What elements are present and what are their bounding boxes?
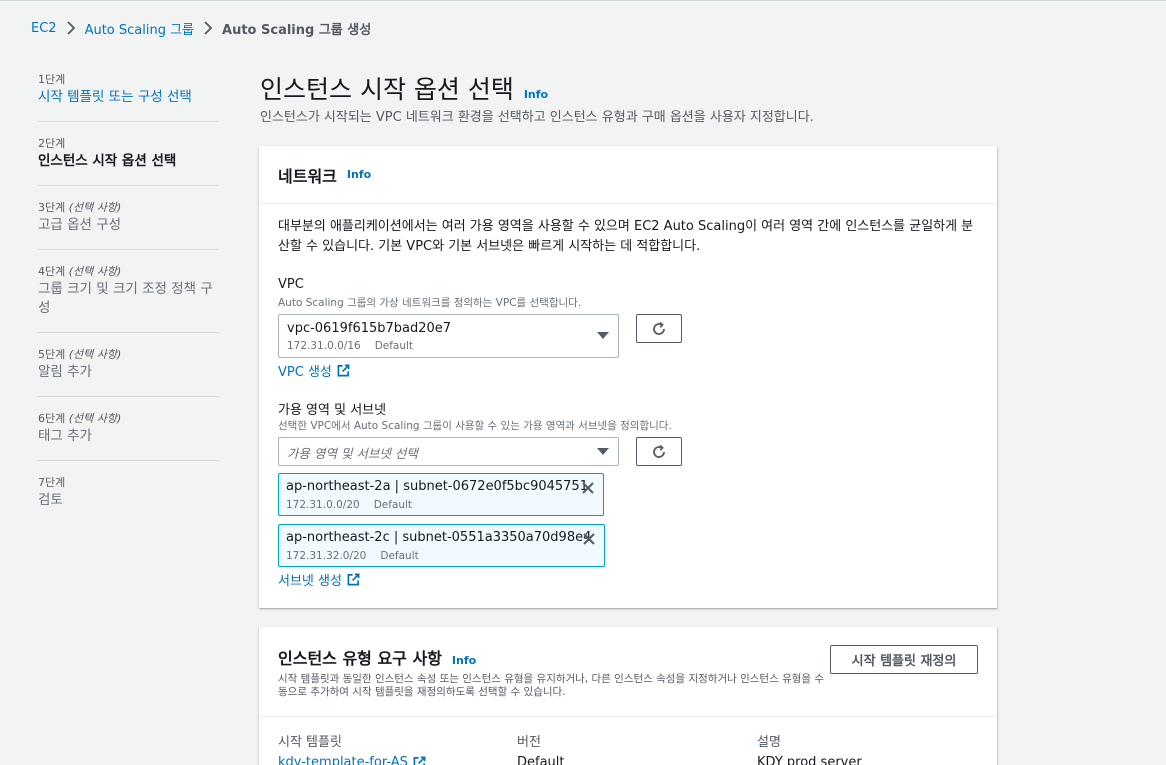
- wizard-step-2: 2단계 인스턴스 시작 옵션 선택: [38, 136, 219, 186]
- az-subnet-placeholder: 가용 영역 및 서브넷 선택: [287, 446, 418, 461]
- subnet-token-name: ap-northeast-2c | subnet-0551a3350a70d98…: [286, 530, 592, 545]
- wizard-step-5: 5단계 (선택 사항) 알림 추가: [38, 347, 219, 397]
- page-description: 인스턴스가 시작되는 VPC 네트워크 환경을 선택하고 인스턴스 유형과 구매…: [260, 110, 814, 125]
- wizard-step-3: 3단계 (선택 사항) 고급 옵션 구성: [38, 200, 219, 250]
- vpc-select-details: 172.31.0.0/16 Default: [287, 340, 427, 352]
- create-subnet-link-text: 서브넷 생성: [278, 574, 342, 589]
- subnet-default-tag: Default: [380, 550, 419, 562]
- wizard-step-4: 4단계 (선택 사항) 그룹 크기 및 크기 조정 정책 구성: [38, 264, 219, 333]
- az-refresh-button[interactable]: [636, 437, 682, 466]
- instance-type-panel: 인스턴스 유형 요구 사항 Info 시작 템플릿과 동일한 인스턴스 속성 또…: [259, 627, 997, 765]
- wizard-step-4-title: 그룹 크기 및 크기 조정 정책 구성: [38, 281, 213, 316]
- create-vpc-link[interactable]: VPC 생성: [278, 361, 350, 380]
- step-label: 4단계 (선택 사항): [38, 265, 122, 278]
- create-vpc-link-text: VPC 생성: [278, 365, 332, 380]
- chevron-right-icon: [57, 21, 85, 35]
- version-key: 버전: [517, 735, 541, 750]
- external-link-icon: [413, 756, 426, 765]
- wizard-step-6: 6단계 (선택 사항) 태그 추가: [38, 411, 219, 461]
- vpc-default-tag: Default: [374, 340, 414, 352]
- launch-template-link[interactable]: kdy-template-for-AS: [278, 755, 426, 765]
- subnet-token-details: 172.31.32.0/20 Default: [286, 550, 433, 562]
- subnet-token-details: 172.31.0.0/20 Default: [286, 499, 426, 511]
- az-subnet-select[interactable]: 가용 영역 및 서브넷 선택: [278, 437, 619, 466]
- chevron-right-icon: [194, 21, 222, 35]
- vpc-select[interactable]: vpc-0619f615b7bad20e7 172.31.0.0/16 Defau…: [278, 314, 619, 358]
- instance-type-title: 인스턴스 유형 요구 사항: [278, 649, 442, 668]
- page-info-link[interactable]: Info: [524, 88, 548, 101]
- subnet-token: ap-northeast-2a | subnet-0672e0f5bc90457…: [278, 473, 604, 516]
- wizard-step-3-title: 고급 옵션 구성: [38, 217, 122, 233]
- subnet-token-name: ap-northeast-2a | subnet-0672e0f5bc90457…: [286, 479, 588, 494]
- step-label: 7단계: [38, 476, 66, 489]
- description-key: 설명: [757, 735, 781, 750]
- network-title: 네트워크: [278, 166, 337, 186]
- close-icon[interactable]: [582, 532, 596, 546]
- breadcrumb-auto-scaling-groups[interactable]: Auto Scaling 그룹: [85, 19, 194, 38]
- wizard-step-7: 7단계 검토: [38, 475, 219, 524]
- vpc-label: VPC: [278, 277, 304, 292]
- wizard-step-6-title: 태그 추가: [38, 428, 92, 444]
- launch-template-key: 시작 템플릿: [278, 735, 342, 750]
- caret-down-icon: [597, 447, 609, 455]
- page-title-text: 인스턴스 시작 옵션 선택: [260, 75, 514, 104]
- vpc-refresh-button[interactable]: [636, 314, 682, 343]
- page-title: 인스턴스 시작 옵션 선택 Info: [260, 70, 548, 106]
- wizard-step-7-title: 검토: [38, 492, 63, 508]
- step-label: 5단계 (선택 사항): [38, 348, 122, 361]
- step-label: 6단계 (선택 사항): [38, 412, 122, 425]
- breadcrumb-ec2[interactable]: EC2: [31, 21, 57, 36]
- wizard-step-1: 1단계 시작 템플릿 또는 구성 선택: [38, 72, 219, 122]
- subnet-cidr: 172.31.0.0/20: [286, 499, 360, 511]
- vpc-cidr: 172.31.0.0/16: [287, 340, 361, 352]
- breadcrumb-current: Auto Scaling 그룹 생성: [222, 22, 372, 38]
- wizard-step-5-title: 알림 추가: [38, 364, 92, 380]
- external-link-icon: [337, 364, 350, 377]
- launch-template-value: kdy-template-for-AS: [278, 755, 408, 765]
- network-info-link[interactable]: Info: [347, 168, 371, 181]
- subnet-token: ap-northeast-2c | subnet-0551a3350a70d98…: [278, 524, 605, 567]
- subnet-cidr: 172.31.32.0/20: [286, 550, 367, 562]
- step-label: 3단계 (선택 사항): [38, 201, 122, 214]
- wizard-step-1-link[interactable]: 시작 템플릿 또는 구성 선택: [38, 88, 219, 107]
- instance-type-info-link[interactable]: Info: [452, 654, 476, 667]
- network-panel: 네트워크 Info 대부분의 애플리케이션에서는 여러 가용 영역을 사용할 수…: [259, 146, 997, 608]
- wizard-steps: 1단계 시작 템플릿 또는 구성 선택 2단계 인스턴스 시작 옵션 선택 3단…: [38, 72, 219, 538]
- az-hint: 선택한 VPC에서 Auto Scaling 그룹이 사용할 수 있는 가용 영…: [278, 420, 672, 432]
- description-value: KDY prod server: [757, 755, 862, 765]
- version-value: Default: [517, 755, 565, 765]
- network-description: 대부분의 애플리케이션에서는 여러 가용 영역을 사용할 수 있으며 EC2 A…: [278, 219, 974, 254]
- close-icon[interactable]: [581, 481, 595, 495]
- vpc-select-value: vpc-0619f615b7bad20e7: [287, 321, 452, 336]
- instance-type-description: 시작 템플릿과 동일한 인스턴스 속성 또는 인스턴스 유형을 유지하거나, 다…: [278, 673, 825, 698]
- top-divider: [0, 0, 1166, 1]
- breadcrumb: EC2 Auto Scaling 그룹 Auto Scaling 그룹 생성: [31, 18, 371, 38]
- refresh-icon: [653, 321, 665, 335]
- launch-template-field: 시작 템플릿 kdy-template-for-AS: [278, 731, 426, 765]
- network-panel-header: 네트워크 Info: [259, 146, 997, 204]
- az-label: 가용 영역 및 서브넷: [278, 403, 387, 418]
- wizard-step-2-title: 인스턴스 시작 옵션 선택: [38, 153, 177, 169]
- caret-down-icon: [597, 332, 609, 339]
- refresh-icon: [653, 444, 665, 458]
- step-label: 1단계: [38, 73, 66, 86]
- override-template-button[interactable]: 시작 템플릿 재정의: [830, 645, 978, 674]
- external-link-icon: [347, 573, 360, 586]
- vpc-hint: Auto Scaling 그룹의 가상 네트워크를 정의하는 VPC를 선택합니…: [278, 297, 582, 309]
- description-field: 설명 KDY prod server: [757, 731, 862, 765]
- instance-type-panel-header: 인스턴스 유형 요구 사항 Info 시작 템플릿과 동일한 인스턴스 속성 또…: [259, 627, 997, 717]
- version-field: 버전 Default: [517, 731, 565, 765]
- create-subnet-link[interactable]: 서브넷 생성: [278, 570, 360, 589]
- subnet-default-tag: Default: [373, 499, 413, 511]
- step-label: 2단계: [38, 137, 66, 150]
